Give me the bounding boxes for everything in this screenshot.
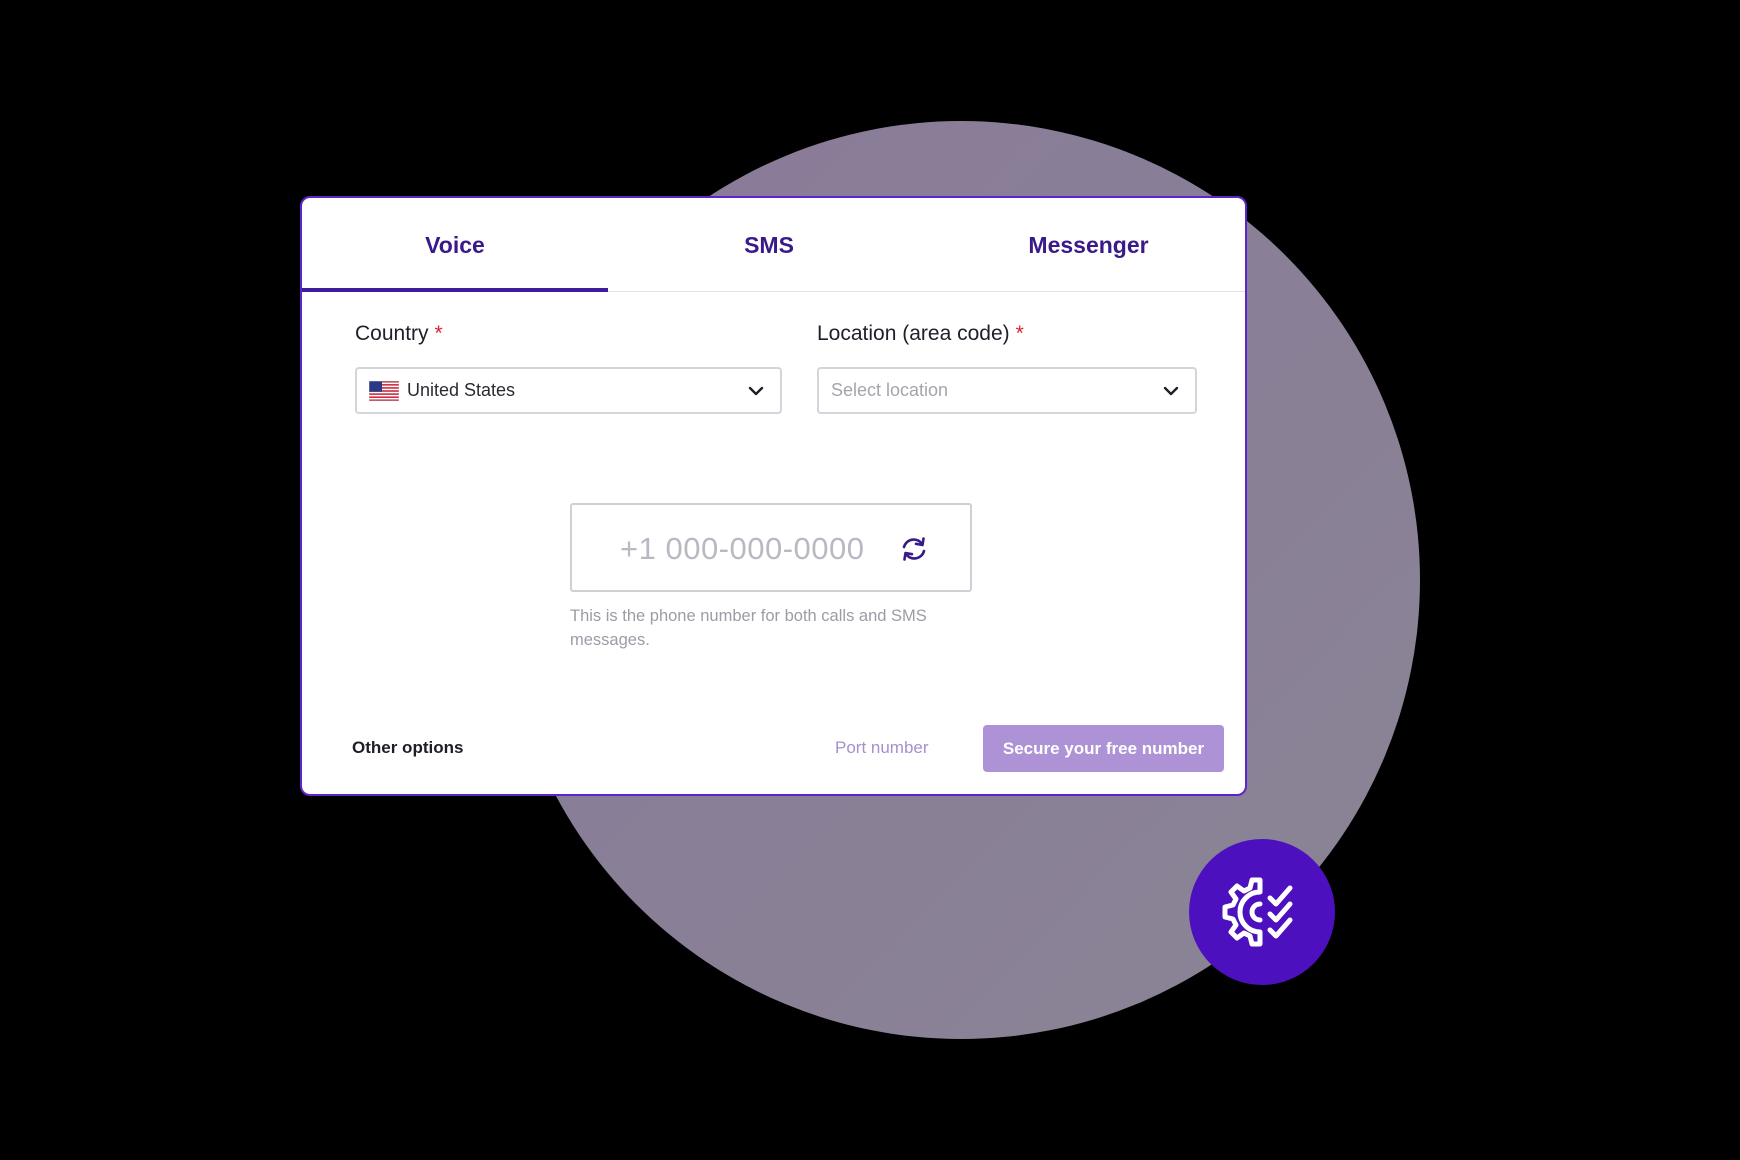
tab-sms-label: SMS — [744, 231, 794, 258]
secure-number-button[interactable]: Secure your free number — [983, 725, 1224, 772]
phone-number-card: Voice SMS Messenger Country * United Sta… — [300, 196, 1247, 796]
active-tab-indicator — [302, 288, 608, 292]
tab-bar: Voice SMS Messenger — [302, 198, 1245, 292]
tab-messenger-label: Messenger — [1028, 231, 1149, 258]
chevron-down-icon — [748, 386, 764, 396]
refresh-icon[interactable] — [899, 535, 929, 563]
gear-checklist-icon — [1222, 877, 1293, 947]
us-flag-icon — [369, 380, 399, 401]
tab-messenger[interactable]: Messenger — [930, 198, 1245, 292]
location-select[interactable]: Select location — [817, 367, 1197, 414]
required-mark: * — [1015, 322, 1024, 345]
badge — [1189, 839, 1335, 985]
location-label: Location (area code) * — [817, 322, 1024, 345]
port-number-link[interactable]: Port number — [835, 738, 929, 758]
phone-helper-text: This is the phone number for both calls … — [570, 607, 927, 649]
phone-number-display: +1 000-000-0000 — [570, 503, 972, 592]
required-mark: * — [434, 322, 443, 345]
tab-voice-label: Voice — [425, 231, 485, 258]
phone-number: +1 000-000-0000 — [620, 531, 865, 566]
chevron-down-icon — [1163, 386, 1179, 396]
tab-sms[interactable]: SMS — [608, 198, 930, 292]
location-placeholder: Select location — [831, 380, 949, 400]
stage: Voice SMS Messenger Country * United Sta… — [0, 0, 1740, 1160]
country-value: United States — [407, 380, 516, 400]
country-label: Country * — [355, 322, 443, 345]
tab-voice[interactable]: Voice — [302, 198, 608, 292]
country-select[interactable]: United States — [355, 367, 782, 414]
other-options-link[interactable]: Other options — [352, 738, 463, 758]
